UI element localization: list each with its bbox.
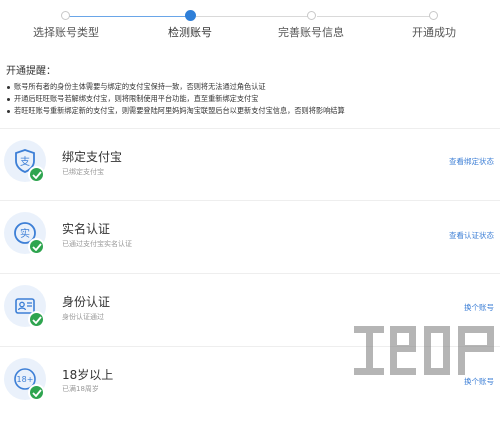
divider <box>0 128 500 129</box>
step-connector <box>66 16 190 17</box>
activation-notice: 开通提醒： 账号所有者的身份主体需要与绑定的支付宝保持一致，否则将无法通过角色认… <box>6 62 496 117</box>
step-connector <box>317 16 433 17</box>
watermark-logo-icon <box>354 326 494 375</box>
card-title: 18岁以上 <box>62 368 114 382</box>
card-subtitle: 已绑定支付宝 <box>62 168 104 176</box>
svg-text:支: 支 <box>20 156 30 168</box>
step-4-dot <box>429 11 438 20</box>
notice-title: 开通提醒： <box>6 66 56 77</box>
card-real-name: 实 实名认证 已通过支付宝实名认证 查看认证状态 <box>0 200 500 280</box>
card-subtitle: 身份认证通过 <box>62 313 104 321</box>
step-1-dot <box>61 11 70 20</box>
card-title: 实名认证 <box>62 222 111 236</box>
card-title: 身份认证 <box>62 295 111 309</box>
step-3-dot <box>307 11 316 20</box>
card-subtitle: 已通过支付宝实名认证 <box>62 240 132 248</box>
check-icon <box>28 166 45 183</box>
divider <box>0 273 500 274</box>
notice-item: 若旺旺账号重新绑定新的支付宝，则需要登陆阿里妈妈淘宝联盟后台以更新支付宝信息，否… <box>6 105 496 117</box>
step-connector <box>196 16 312 17</box>
card-subtitle: 已满18周岁 <box>62 385 99 393</box>
step-3-label: 完善账号信息 <box>278 26 344 39</box>
check-icon <box>28 238 45 255</box>
svg-text:实: 实 <box>20 227 30 240</box>
divider <box>0 200 500 201</box>
check-icon <box>28 311 45 328</box>
card-title: 绑定支付宝 <box>62 150 123 164</box>
step-2-dot <box>185 10 196 21</box>
view-binding-status-link[interactable]: 查看绑定状态 <box>449 156 494 167</box>
check-icon <box>28 384 45 401</box>
progress-stepper: 选择账号类型 检测账号 完善账号信息 开通成功 <box>0 0 500 48</box>
view-certification-status-link[interactable]: 查看认证状态 <box>449 230 494 241</box>
change-account-link[interactable]: 换个账号 <box>464 302 494 313</box>
step-4-label: 开通成功 <box>412 26 456 39</box>
notice-list: 账号所有者的身份主体需要与绑定的支付宝保持一致，否则将无法通过角色认证 开通后旺… <box>6 81 496 117</box>
step-2-label: 检测账号 <box>168 26 212 39</box>
card-bind-alipay: 支 绑定支付宝 已绑定支付宝 查看绑定状态 <box>0 128 500 208</box>
step-1-label: 选择账号类型 <box>33 26 99 39</box>
notice-item: 开通后旺旺账号若解绑支付宝，则将限制使用平台功能，直至重新绑定支付宝 <box>6 93 496 105</box>
notice-item: 账号所有者的身份主体需要与绑定的支付宝保持一致，否则将无法通过角色认证 <box>6 81 496 93</box>
svg-text:18+: 18+ <box>17 375 34 384</box>
